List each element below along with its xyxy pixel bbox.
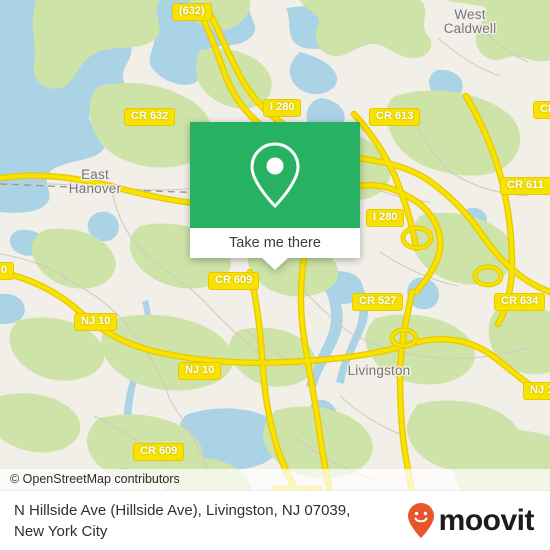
road-shield: CR 611 xyxy=(500,177,550,195)
bottom-info-bar: N Hillside Ave (Hillside Ave), Livingsto… xyxy=(0,490,550,550)
road-shield: CR 609 xyxy=(208,272,260,290)
road-shield: NJ 1 xyxy=(523,382,550,400)
road-shield: I 280 xyxy=(263,99,302,117)
moovit-brand[interactable]: moovit xyxy=(406,502,535,540)
moovit-pin-smiley-icon xyxy=(407,502,434,538)
moovit-wordmark: moovit xyxy=(438,503,535,537)
road-shield: (632) xyxy=(172,3,212,21)
callout-tail xyxy=(262,258,288,270)
callout-header xyxy=(190,122,360,228)
road-shield: CR 634 xyxy=(494,293,546,311)
take-me-there-label: Take me there xyxy=(229,235,321,251)
road-shield: I 280 xyxy=(366,209,405,227)
map-screenshot: East Hanover West Caldwell Livingston (6… xyxy=(0,0,550,550)
road-shield: NJ 10 xyxy=(74,313,118,331)
take-me-there-callout[interactable]: Take me there xyxy=(190,122,360,270)
road-shield: 0 xyxy=(0,262,15,280)
callout-footer[interactable]: Take me there xyxy=(190,228,360,270)
road-shield: CR xyxy=(533,101,550,119)
road-shield: CR 609 xyxy=(133,443,185,461)
road-shield: CR 632 xyxy=(124,108,176,126)
road-shield: CR 613 xyxy=(369,108,421,126)
osm-attribution[interactable]: © OpenStreetMap contributors xyxy=(0,469,550,490)
address-label: N Hillside Ave (Hillside Ave), Livingsto… xyxy=(14,501,351,540)
map-canvas[interactable]: East Hanover West Caldwell Livingston (6… xyxy=(0,0,550,490)
road-shield: NJ 10 xyxy=(178,362,222,380)
map-pin-icon xyxy=(250,142,300,209)
road-shield: CR 527 xyxy=(352,293,404,311)
